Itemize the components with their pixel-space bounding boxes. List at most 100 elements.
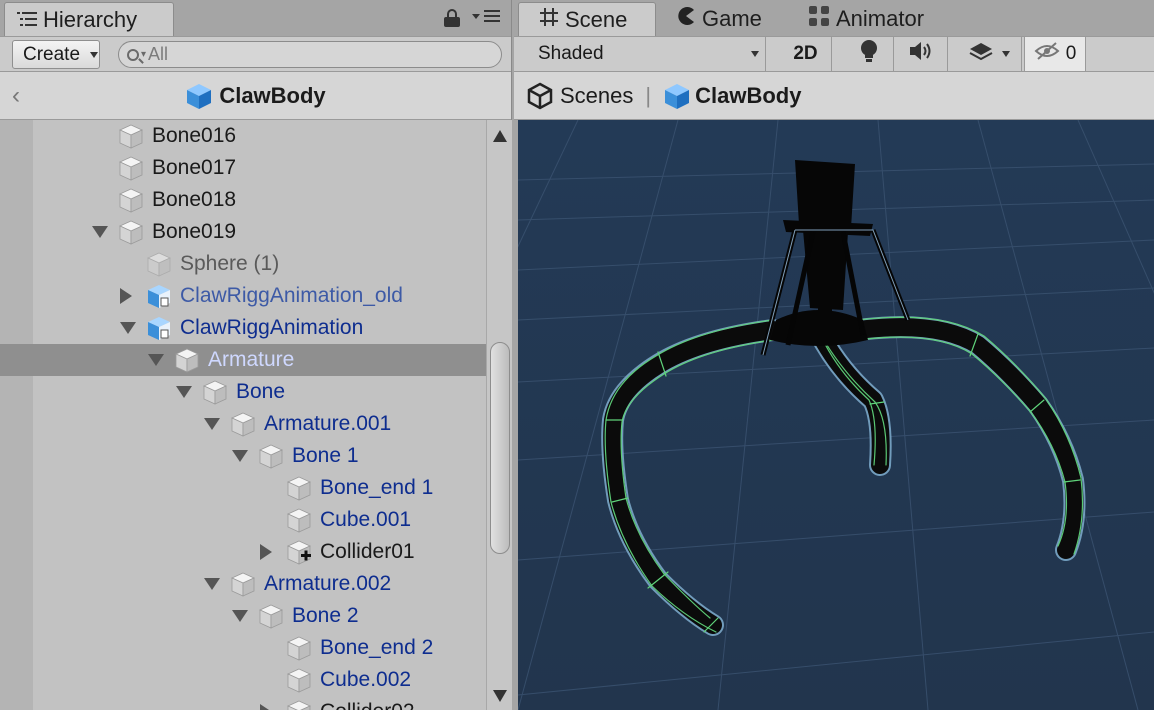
prefab-breadcrumb-label: ClawBody — [219, 83, 326, 108]
gameobject-cube-icon — [258, 443, 284, 469]
prefab-breadcrumb-current-label: ClawBody — [695, 82, 802, 108]
prefab-cube-icon — [146, 315, 172, 341]
search-icon — [127, 48, 139, 61]
expand-arrow-down-icon[interactable] — [176, 386, 192, 398]
hierarchy-row-label: Bone_end 1 — [320, 476, 434, 499]
shading-mode-dropdown[interactable]: Shaded — [526, 37, 766, 71]
hierarchy-row[interactable]: Collider01 — [0, 536, 486, 568]
hierarchy-row-label: Bone016 — [152, 124, 237, 147]
expand-arrow-down-icon[interactable] — [148, 354, 164, 366]
hierarchy-row[interactable]: Bone019 — [0, 216, 486, 248]
unity-editor: Hierarchy Create ▾ All ‹ ClawBody Bone01… — [0, 0, 1154, 710]
tab-scene[interactable]: Scene — [518, 2, 656, 36]
hierarchy-row[interactable]: Armature — [0, 344, 486, 376]
hierarchy-row-label: Cube.001 — [320, 508, 412, 531]
gameobject-cube-icon — [258, 603, 284, 629]
hierarchy-row[interactable]: Collider02 — [0, 696, 486, 710]
hierarchy-row-label: Bone_end 2 — [320, 636, 434, 659]
expand-arrow-right-icon[interactable] — [120, 288, 132, 304]
create-button[interactable]: Create — [12, 40, 100, 69]
scroll-down-arrow-icon[interactable] — [493, 690, 507, 702]
hierarchy-row-label: Armature.002 — [264, 572, 392, 595]
unity-logo-icon — [526, 82, 554, 110]
hierarchy-row-label: Collider01 — [320, 540, 415, 563]
hierarchy-row-label: Sphere (1) — [180, 252, 280, 275]
search-filter-icon: ▾ — [141, 49, 147, 60]
effects-toggle-button[interactable] — [956, 37, 1022, 71]
expand-arrow-down-icon[interactable] — [120, 322, 136, 334]
create-button-label: Create — [23, 43, 81, 65]
hidden-objects-toggle[interactable]: 0 — [1024, 37, 1086, 71]
tab-animator[interactable]: Animator — [808, 2, 958, 36]
hidden-objects-count: 0 — [1065, 43, 1077, 64]
hierarchy-row[interactable]: ClawRiggAnimation — [0, 312, 486, 344]
hierarchy-row[interactable]: Bone 1 — [0, 440, 486, 472]
scene-toolbar: Shaded 2D 0 — [514, 36, 1154, 72]
hierarchy-row[interactable]: Armature.001 — [0, 408, 486, 440]
expand-arrow-down-icon[interactable] — [232, 450, 248, 462]
scenes-breadcrumb-item[interactable]: Scenes — [526, 82, 633, 110]
animator-icon — [808, 5, 830, 33]
toggle-2d-label: 2D — [793, 43, 818, 64]
panel-menu-icon[interactable] — [472, 8, 502, 29]
hierarchy-row[interactable]: Bone_end 1 — [0, 472, 486, 504]
list-icon — [17, 7, 37, 33]
gameobject-added-icon — [286, 539, 312, 565]
hierarchy-row-label: Cube.002 — [320, 668, 412, 691]
hierarchy-row[interactable]: Sphere (1) — [0, 248, 486, 280]
tab-game[interactable]: Game — [676, 2, 796, 36]
tab-animator-label: Animator — [836, 6, 925, 31]
scenes-breadcrumb-label: Scenes — [560, 82, 634, 108]
gameobject-cube-faded-icon — [146, 251, 172, 277]
search-placeholder: All — [148, 44, 169, 64]
hierarchy-row-label: Bone — [236, 380, 286, 403]
gameobject-cube-icon — [118, 155, 144, 181]
gameobject-cube-icon — [118, 219, 144, 245]
hierarchy-tabstrip: Hierarchy — [0, 0, 511, 36]
pacman-icon — [676, 6, 696, 32]
scrollbar-thumb[interactable] — [490, 342, 510, 554]
hierarchy-row[interactable]: Bone — [0, 376, 486, 408]
prefab-breadcrumb-item[interactable]: ClawBody — [663, 82, 801, 110]
hierarchy-row[interactable]: Cube.001 — [0, 504, 486, 536]
hierarchy-row[interactable]: ClawRiggAnimation_old — [0, 280, 486, 312]
hierarchy-row[interactable]: Bone018 — [0, 184, 486, 216]
tab-hierarchy[interactable]: Hierarchy — [4, 2, 174, 36]
toggle-2d-button[interactable]: 2D — [780, 37, 832, 71]
scene-render — [518, 120, 1154, 710]
search-input[interactable]: ▾ All — [118, 41, 502, 68]
audio-toggle-button[interactable] — [896, 37, 948, 71]
hierarchy-row-label: Bone019 — [152, 220, 237, 243]
hierarchy-row[interactable]: Bone 2 — [0, 600, 486, 632]
lighting-toggle-button[interactable] — [844, 37, 894, 71]
expand-arrow-down-icon[interactable] — [204, 418, 220, 430]
hierarchy-row[interactable]: Cube.002 — [0, 664, 486, 696]
expand-arrow-right-icon[interactable] — [260, 544, 272, 560]
hierarchy-tree: Bone016 Bone017 Bone018 Bone019 Sphere (1) Cl… — [0, 120, 486, 710]
hierarchy-scrollbar[interactable] — [486, 120, 512, 710]
scroll-up-arrow-icon[interactable] — [493, 130, 507, 142]
hierarchy-row[interactable]: Armature.002 — [0, 568, 486, 600]
expand-arrow-down-icon[interactable] — [204, 578, 220, 590]
hierarchy-row[interactable]: Bone_end 2 — [0, 632, 486, 664]
grid-icon — [539, 7, 559, 33]
hierarchy-row-label: Armature — [208, 348, 295, 371]
chevron-down-icon — [751, 51, 759, 57]
lock-icon[interactable] — [444, 9, 460, 27]
tab-hierarchy-label: Hierarchy — [43, 6, 138, 32]
expand-arrow-down-icon[interactable] — [92, 226, 108, 238]
prefab-cube-icon — [663, 82, 691, 110]
hierarchy-row[interactable]: Bone017 — [0, 152, 486, 184]
gameobject-cube-icon — [174, 347, 200, 373]
hierarchy-panel: Hierarchy Create ▾ All ‹ ClawBody Bone01… — [0, 0, 512, 710]
expand-arrow-down-icon[interactable] — [232, 610, 248, 622]
breadcrumb-separator: | — [645, 82, 652, 108]
scene-viewport[interactable] — [518, 120, 1154, 710]
hierarchy-row[interactable]: Bone016 — [0, 120, 486, 152]
hierarchy-row-label: Armature.001 — [264, 412, 392, 435]
expand-arrow-right-icon[interactable] — [260, 704, 272, 710]
scene-tabstrip: Scene Game Animator — [514, 0, 1154, 36]
prefab-cube-icon — [146, 283, 172, 309]
prefab-cube-icon — [185, 82, 213, 110]
gameobject-cube-icon — [286, 667, 312, 693]
